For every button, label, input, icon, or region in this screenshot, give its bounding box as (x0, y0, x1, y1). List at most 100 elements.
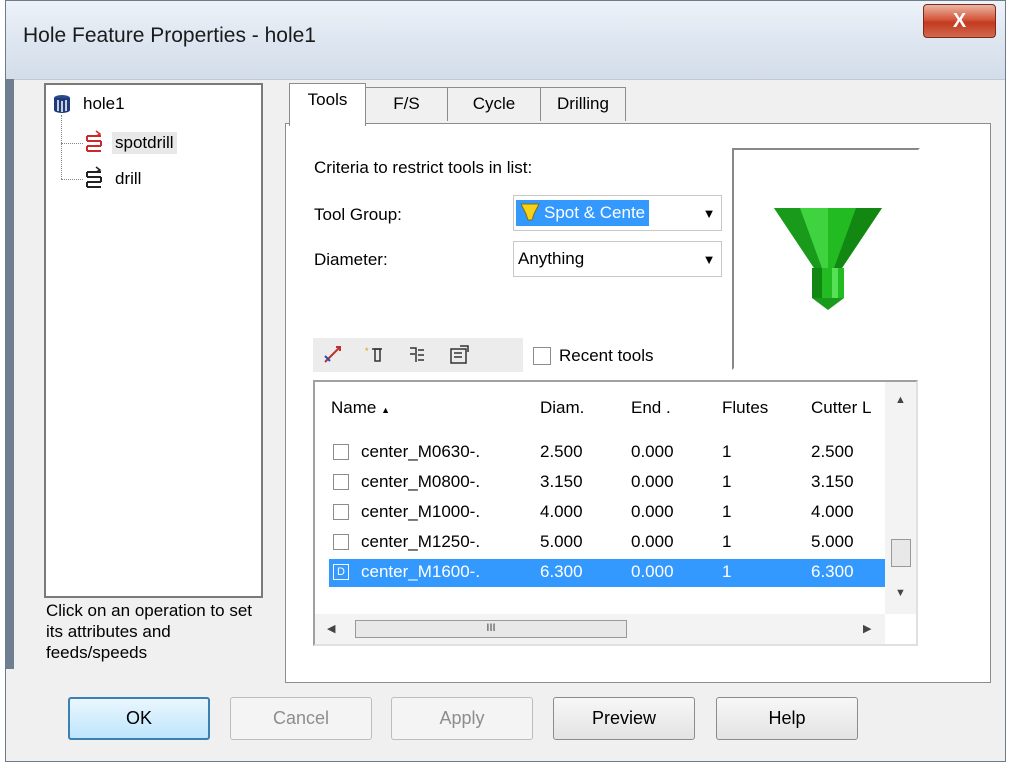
spotdrill-operation-icon (86, 130, 102, 152)
vertical-scroll-thumb[interactable] (891, 539, 911, 567)
row-checkbox[interactable]: D (333, 564, 349, 580)
horizontal-scrollbar[interactable]: ◀ III ▶ (315, 614, 885, 644)
tree-connector (61, 179, 83, 180)
cell-cutter-length: 4.000 (811, 502, 854, 521)
column-header-flutes[interactable]: Flutes (722, 398, 768, 418)
tool-group-dropdown[interactable]: Spot & Cente ▼ (513, 195, 722, 231)
sort-ascending-icon: ▲ (381, 405, 391, 415)
cell-end: 0.000 (631, 442, 674, 461)
tool-list-toolbar: * (313, 338, 523, 372)
diameter-label: Diameter: (314, 250, 388, 269)
new-tool-icon[interactable]: * (363, 343, 387, 367)
ok-button[interactable]: OK (68, 697, 210, 740)
cell-name: center_M0630-. (361, 442, 481, 461)
criteria-label: Criteria to restrict tools in list: (314, 158, 533, 177)
svg-text:*: * (365, 346, 369, 356)
tool-preview (732, 148, 920, 370)
preview-button[interactable]: Preview (553, 697, 695, 740)
window-title: Hole Feature Properties - hole1 (23, 24, 316, 47)
recent-tools-checkbox[interactable]: Recent tools (533, 346, 654, 366)
table-row[interactable]: center_M0800-. 3.150 0.000 1 3.150 (329, 469, 885, 497)
row-checkbox[interactable] (333, 444, 349, 460)
diameter-dropdown[interactable]: Anything ▼ (513, 241, 722, 277)
recent-tools-label: Recent tools (559, 346, 654, 365)
column-header-name[interactable]: Name ▲ (331, 398, 390, 418)
cell-cutter-length: 5.000 (811, 532, 854, 551)
cell-cutter-length: 6.300 (811, 562, 854, 581)
spot-center-drill-icon (520, 203, 540, 221)
cell-diam: 5.000 (540, 532, 583, 551)
apply-button[interactable]: Apply (391, 697, 533, 740)
tree-item-spotdrill[interactable]: spotdrill (84, 130, 177, 156)
cell-name: center_M0800-. (361, 472, 481, 491)
chevron-down-icon[interactable]: ▼ (697, 206, 721, 221)
table-row-selected[interactable]: D center_M1600-. 6.300 0.000 1 6.300 (329, 559, 885, 587)
tree-connector (61, 143, 83, 144)
table-row[interactable]: center_M0630-. 2.500 0.000 1 2.500 (329, 439, 885, 467)
window-left-edge (6, 79, 14, 669)
cell-end: 0.000 (631, 532, 674, 551)
chevron-down-icon[interactable]: ▼ (697, 252, 721, 267)
column-header-diam[interactable]: Diam. (540, 398, 584, 418)
row-checkbox[interactable] (333, 474, 349, 490)
cell-cutter-length: 2.500 (811, 442, 854, 461)
select-tool-icon[interactable] (321, 343, 345, 367)
tool-group-label: Tool Group: (314, 205, 402, 224)
row-checkbox[interactable] (333, 534, 349, 550)
cell-diam: 3.150 (540, 472, 583, 491)
cell-name: center_M1000-. (361, 502, 481, 521)
operation-hint-text: Click on an operation to set its attribu… (46, 601, 253, 662)
tool-database-icon[interactable] (405, 343, 429, 367)
scroll-up-icon[interactable]: ▲ (895, 394, 906, 406)
cell-end: 0.000 (631, 562, 674, 581)
column-header-cutter-length[interactable]: Cutter L (811, 398, 871, 418)
cell-diam: 4.000 (540, 502, 583, 521)
cancel-button[interactable]: Cancel (230, 697, 372, 740)
operation-tree[interactable]: hole1 spotdrill drill (44, 83, 263, 598)
close-button[interactable]: X (923, 4, 996, 38)
checkbox-box[interactable] (533, 347, 551, 365)
cell-flutes: 1 (722, 532, 732, 551)
column-header-end[interactable]: End . (631, 398, 671, 418)
title-bar[interactable]: Hole Feature Properties - hole1 X (6, 1, 1005, 80)
tree-connector (61, 115, 62, 179)
cell-diam: 6.300 (540, 562, 583, 581)
scroll-right-icon[interactable]: ▶ (863, 622, 871, 635)
scroll-left-icon[interactable]: ◀ (327, 622, 335, 635)
cell-end: 0.000 (631, 472, 674, 491)
diameter-value: Anything (518, 249, 585, 268)
drill-operation-icon (86, 166, 102, 188)
table-row[interactable]: center_M1000-. 4.000 0.000 1 4.000 (329, 499, 885, 527)
tree-item-label: spotdrill (112, 132, 177, 154)
tab-cycle[interactable]: Cycle (447, 87, 541, 121)
vertical-scrollbar[interactable]: ▲ ▼ (885, 382, 916, 614)
close-icon: X (952, 9, 967, 32)
spot-drill-preview-icon (774, 208, 882, 310)
table-row[interactable]: center_M1250-. 5.000 0.000 1 5.000 (329, 529, 885, 557)
tool-list-header: Name ▲ Diam. End . Flutes Cutter L (315, 382, 885, 434)
tool-list[interactable]: Name ▲ Diam. End . Flutes Cutter L cente… (313, 380, 918, 646)
row-checkbox[interactable] (333, 504, 349, 520)
tree-item-label: hole1 (83, 94, 125, 113)
tree-item-label: drill (115, 169, 142, 188)
tab-drilling[interactable]: Drilling (540, 87, 626, 121)
cell-name: center_M1250-. (361, 532, 481, 551)
tool-properties-icon[interactable] (447, 343, 471, 367)
cell-end: 0.000 (631, 502, 674, 521)
cell-flutes: 1 (722, 562, 732, 581)
scroll-down-icon[interactable]: ▼ (895, 587, 906, 599)
tab-fs[interactable]: F/S (365, 87, 448, 121)
tab-tools[interactable]: Tools (289, 83, 366, 126)
horizontal-scroll-thumb[interactable]: III (355, 620, 627, 638)
cylinder-icon (54, 95, 70, 113)
cell-flutes: 1 (722, 472, 732, 491)
tool-group-value: Spot & Cente (544, 203, 646, 222)
help-button[interactable]: Help (716, 697, 858, 740)
cell-flutes: 1 (722, 442, 732, 461)
cell-name: center_M1600-. (361, 562, 481, 581)
cell-diam: 2.500 (540, 442, 583, 461)
cell-cutter-length: 3.150 (811, 472, 854, 491)
cell-flutes: 1 (722, 502, 732, 521)
tree-item-drill[interactable]: drill (84, 166, 144, 192)
tree-item-hole1[interactable]: hole1 (52, 93, 128, 115)
